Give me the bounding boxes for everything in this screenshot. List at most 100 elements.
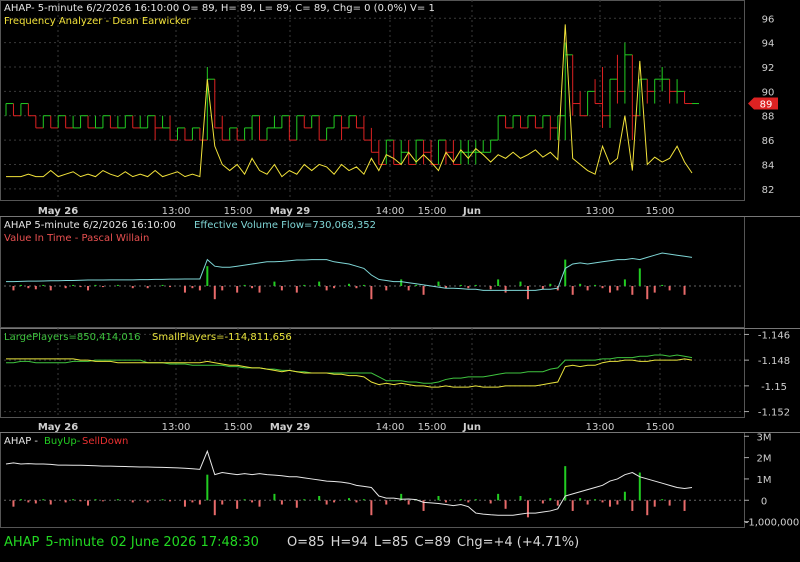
buyup-bar [437,496,440,501]
buyup-bar [236,500,239,509]
status-bar: AHAP 5-minute 02 June 2026 17:48:30 O=85 H=9… [4,535,585,550]
players-tick-label: -1.148 [758,356,790,367]
buyup-bar [370,500,373,516]
time-axis-label: 13:00 [162,422,191,433]
vit-bar [497,279,500,286]
vit-bar [12,286,15,291]
buyup-tick-label: -1,000,000 [745,518,800,529]
buyup-tick-label: 1M [757,475,772,486]
buyup-bar [489,500,492,504]
vit-bar [146,286,149,289]
vit-bar [646,286,649,300]
buyup-bar [318,496,321,501]
vit-bar [407,286,410,291]
vit-bar [221,286,224,291]
status-symbol: AHAP [4,535,40,550]
status-low: L=85 [373,535,409,550]
vit-bar [400,279,403,286]
panel2-title: Value In Time - Pascal Willain [4,233,149,244]
vit-bar [385,286,388,291]
vit-bar [661,284,664,286]
buyup-bar [101,500,104,502]
buyup-bar [362,499,365,501]
buyup-bar [280,500,283,505]
status-datetime: 02 June 2026 17:48:30 [110,535,259,550]
time-axis-label: May 29 [270,206,310,217]
vit-bar [19,284,22,286]
buyup-bar [206,474,209,501]
panel2-evf-label: Effective Volume Flow=730,068,352 [194,220,376,231]
buyup-bar [161,499,164,501]
vit-bar [280,286,283,291]
buyup-bar [198,500,201,505]
price-tick-label: 88 [762,112,775,123]
buyup-bar [601,500,604,503]
vit-bar [653,286,656,293]
vit-bar [236,286,239,293]
buyup-bar [116,499,119,501]
time-axis-label: May 29 [270,422,310,433]
vit-bar [116,284,119,286]
buyup-bar [504,500,507,509]
time-axis-label: Jun [462,422,481,433]
panel1-header: AHAP- 5-minute 6/2/2026 16:10:00 O= 89, … [4,3,435,14]
time-axis-label: May 26 [38,422,78,433]
vit-bar [64,286,67,289]
buyup-bar [497,493,500,501]
vit-bar [87,286,90,291]
vit-bar [161,284,164,286]
time-axis-label: 13:00 [162,206,191,217]
vit-bar [683,286,686,295]
price-series [5,42,699,165]
buyup-bar [183,500,186,507]
panel-frame-1 [0,0,745,201]
vit-bar [601,286,604,289]
panel1-title: Frequency Analyzer - Dean Earwicker [4,16,191,27]
buyup-bar [631,500,634,511]
vit-bar [564,259,567,286]
buyup-bar [564,466,567,501]
vit-bar [183,286,186,293]
buyup-bar [683,500,686,511]
vit-bar [295,286,298,293]
buyup-selldown-line [5,449,693,516]
vit-bar [623,279,626,286]
panel2-header: AHAP 5-minute 6/2/2026 16:10:00 [4,220,176,231]
buyup-bar [12,500,15,507]
buyup-bar [213,500,216,516]
buyup-bar [251,500,254,503]
buyup-bar [325,500,328,505]
time-axis-label: 15:00 [646,422,675,433]
buyup-bar [526,500,529,518]
vit-bar [504,286,507,293]
vit-bar [101,286,104,288]
buyup-bar [243,499,246,501]
buyup-bar [541,500,544,504]
buyup-bar [64,500,67,503]
buyup-bar [467,500,470,503]
vit-bar [191,286,194,289]
vit-bar [318,281,321,286]
time-axis-label: Jun [462,206,481,217]
buyup-bar [549,498,552,501]
chart-canvas[interactable]: 82 84 86 88 90 92 94 96 89 AHAP- 5-minute 6/2/202… [0,0,800,562]
vit-bar [594,284,597,286]
time-axis-label: 14:00 [376,422,405,433]
price-tick-label: 90 [762,87,775,98]
vit-bar [579,283,582,286]
vit-bar [72,284,75,286]
price-tick-label: 82 [762,185,775,196]
vit-bar [489,286,492,290]
price-tick-label: 96 [762,14,775,25]
buyup-bar [661,499,664,501]
buyup-bar [303,499,306,501]
vit-bar [198,286,201,291]
buyup-bar [586,500,589,505]
time-axis-label: 15:00 [224,422,253,433]
buyup-bar [72,499,75,501]
vit-bar [42,284,45,286]
vit-bar [586,286,589,291]
vit-bar [243,284,246,286]
vit-bar [668,286,671,291]
buyup-bar [474,499,477,501]
